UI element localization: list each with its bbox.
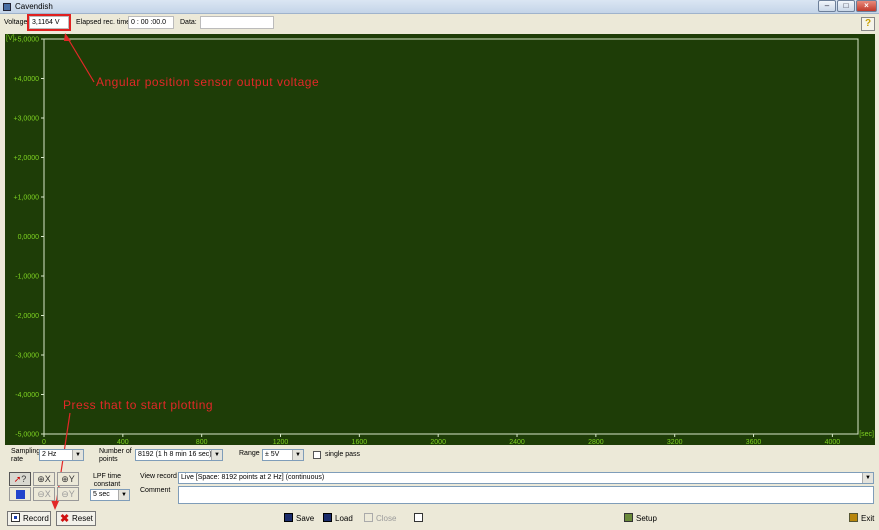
x-icon: ✖: [60, 513, 70, 525]
chevron-down-icon: ▼: [862, 473, 873, 483]
fit-icon: [15, 490, 25, 499]
voltage-arrow: [66, 36, 95, 83]
floppy-icon: [323, 513, 332, 522]
zoom-y-tool[interactable]: ⊕Y: [57, 472, 79, 486]
chevron-down-icon: ▼: [72, 450, 83, 460]
lpf-label: LPF time constant: [92, 473, 121, 488]
voltage-arrowhead: [64, 33, 71, 41]
save-button[interactable]: Save: [280, 511, 318, 526]
reset-button[interactable]: ✖ Reset: [56, 511, 96, 526]
printer-icon: [414, 513, 423, 522]
voltage-annotation: Angular position sensor output voltage: [96, 75, 320, 89]
range-label: Range: [239, 450, 260, 457]
setup-button[interactable]: Setup: [620, 511, 661, 526]
chevron-down-icon: ▼: [292, 450, 303, 460]
number-points-value: 8192 (1 h 8 min 16 sec): [138, 451, 212, 458]
view-record-value: Live [Space: 8192 points at 2 Hz] (conti…: [181, 474, 325, 481]
exit-door-icon: [849, 513, 858, 522]
record-button[interactable]: Record: [7, 511, 51, 526]
print-button[interactable]: [410, 511, 426, 526]
tools-icon: [624, 513, 633, 522]
pointer-help-tool[interactable]: ➚?: [9, 472, 31, 486]
lpf-select[interactable]: 5 sec ▼: [90, 489, 130, 501]
sampling-rate-label: Sampling rate: [11, 448, 41, 463]
comment-label: Comment: [140, 487, 171, 494]
comment-input[interactable]: [178, 486, 874, 504]
sampling-rate-value: 2 Hz: [42, 451, 57, 458]
chevron-down-icon: ▼: [211, 450, 222, 460]
close-file-icon: [364, 513, 373, 522]
range-value: ± 5V: [265, 451, 280, 458]
zoom-out-y-tool[interactable]: ⊖Y: [57, 487, 79, 501]
zoom-out-icon: ⊖: [37, 489, 45, 499]
zoom-x-tool[interactable]: ⊕X: [33, 472, 55, 486]
zoom-in-icon: ⊕: [37, 474, 45, 484]
zoom-out-x-tool[interactable]: ⊖X: [33, 487, 55, 501]
view-record-select[interactable]: Live [Space: 8192 points at 2 Hz] (conti…: [178, 472, 874, 484]
lpf-value: 5 sec: [93, 491, 110, 498]
single-pass-label: single pass: [325, 451, 361, 458]
range-select[interactable]: ± 5V ▼: [262, 449, 304, 461]
record-icon: [11, 513, 20, 522]
zoom-out-icon: ⊖: [61, 489, 69, 499]
fit-view-tool[interactable]: [9, 487, 31, 501]
load-button[interactable]: Load: [319, 511, 357, 526]
sampling-rate-select[interactable]: 2 Hz ▼: [39, 449, 84, 461]
single-pass-checkbox[interactable]: [313, 451, 321, 459]
view-record-label: View record: [140, 473, 177, 480]
zoom-in-icon: ⊕: [61, 474, 69, 484]
record-arrowhead: [51, 500, 59, 510]
record-annotation: Press that to start plotting: [63, 398, 214, 412]
chevron-down-icon: ▼: [118, 490, 129, 500]
exit-button[interactable]: Exit: [845, 511, 878, 526]
number-points-label: Number of points: [99, 448, 132, 463]
number-points-select[interactable]: 8192 (1 h 8 min 16 sec) ▼: [135, 449, 223, 461]
floppy-icon: [284, 513, 293, 522]
close-file-button[interactable]: Close: [360, 511, 400, 526]
